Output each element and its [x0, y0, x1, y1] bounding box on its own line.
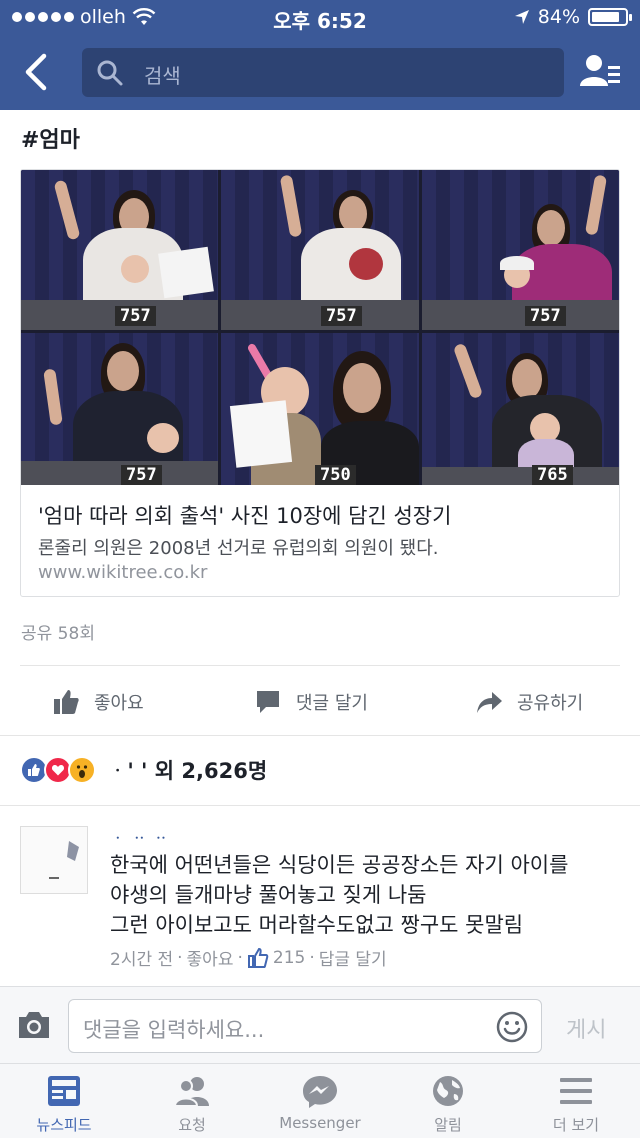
post-actions: 좋아요 댓글 달기 공유하기: [0, 673, 640, 731]
tab-requests[interactable]: 요청: [128, 1064, 256, 1138]
tab-label: 요청: [178, 1116, 206, 1134]
share-label: 공유하기: [517, 693, 584, 714]
link-description: 론줄리 의원은 2008년 선거로 유럽의회 의원이 됐다.: [38, 538, 439, 559]
notifications-globe-icon: [433, 1076, 463, 1106]
comment-input-placeholder: 댓글을 입력하세요...: [83, 1018, 265, 1042]
seat-number-1: 757: [115, 306, 156, 326]
link-domain: www.wikitree.co.kr: [38, 562, 208, 583]
comment-like-link[interactable]: 좋아요: [187, 945, 234, 970]
photo-5: 750: [221, 333, 419, 485]
link-preview-card[interactable]: 757 757 757 757 750 765 '엄마 따라 의회 출석' 사진…: [20, 169, 620, 597]
search-placeholder: 검색: [144, 64, 181, 88]
share-button[interactable]: 공유하기: [475, 673, 583, 731]
seat-number-5: 750: [315, 465, 356, 485]
battery-percent: 84%: [537, 6, 580, 28]
tab-notifications[interactable]: 알림: [384, 1064, 512, 1138]
seat-number-3: 757: [525, 306, 566, 326]
link-title: '엄마 따라 의회 출석' 사진 10장에 담긴 성장기: [38, 504, 452, 528]
reactions-summary[interactable]: ᆞ' ' 외 2,626명: [20, 752, 267, 788]
comment-composer: 댓글을 입력하세요... 게시: [0, 986, 640, 1064]
status-bar: olleh 오후 6:52 84%: [0, 0, 640, 36]
comment-label: 댓글 달기: [296, 693, 368, 714]
friends-list-button[interactable]: [578, 50, 622, 94]
photo-1: 757: [21, 170, 218, 330]
seat-number-4: 757: [121, 465, 162, 485]
news-feed-icon: [48, 1076, 80, 1106]
comment-line: 그런 아이보고도 머라할수도없고 짱구도 못말림: [110, 913, 524, 937]
comment-bubble-icon: [257, 691, 279, 713]
comment-text: 한국에 어떤년들은 식당이든 공공장소든 자기 아이를 야생의 들개마냥 풀어놓…: [110, 850, 568, 940]
photo-6: 765: [422, 333, 619, 485]
comment-item: ᆞ ᆢ ᆢ 한국에 어떤년들은 식당이든 공공장소든 자기 아이를 야생의 들개…: [0, 812, 640, 984]
photo-3: 757: [422, 170, 619, 330]
status-right: 84%: [514, 6, 632, 28]
messenger-icon: [303, 1076, 337, 1108]
camera-button[interactable]: [16, 1009, 52, 1045]
back-button[interactable]: [18, 50, 58, 94]
search-bar[interactable]: 검색: [82, 48, 564, 97]
reply-link[interactable]: 답글 달기: [319, 945, 387, 970]
post-comment-button[interactable]: 게시: [566, 1012, 606, 1044]
bottom-tab-bar: 뉴스피드 요청 Messenger 알림 더 보기: [0, 1064, 640, 1138]
comment-author[interactable]: ᆞ ᆢ ᆢ: [110, 824, 169, 849]
battery-icon: [588, 8, 632, 26]
seat-number-6: 765: [532, 465, 573, 485]
photo-4: 757: [21, 333, 218, 485]
friends-list-icon: [580, 55, 620, 86]
friend-requests-icon: [173, 1077, 209, 1107]
divider: [0, 735, 640, 736]
tab-label: 더 보기: [552, 1116, 600, 1134]
like-button[interactable]: 좋아요: [52, 673, 144, 731]
comment-like-count: 215: [272, 947, 306, 968]
photo-2: 757: [221, 170, 419, 330]
tab-label: Messenger: [279, 1114, 361, 1132]
share-count[interactable]: 공유 58회: [21, 619, 95, 644]
tab-more[interactable]: 더 보기: [512, 1064, 640, 1138]
camera-icon: [19, 1012, 49, 1038]
avatar[interactable]: [20, 826, 88, 894]
emoji-icon[interactable]: [495, 1010, 529, 1044]
comment-line: 야생의 들개마냥 풀어놓고 짖게 나둠: [110, 883, 427, 907]
tab-label: 알림: [434, 1116, 462, 1134]
divider: [0, 805, 640, 806]
link-preview-image: 757 757 757 757 750 765: [21, 170, 619, 485]
share-arrow-icon: [477, 692, 502, 713]
post-hashtag[interactable]: #엄마: [21, 122, 80, 154]
tab-messenger[interactable]: Messenger: [256, 1064, 384, 1138]
wow-reaction-icon: [68, 756, 96, 784]
tab-label: 뉴스피드: [36, 1116, 92, 1134]
divider: [20, 665, 620, 666]
like-label: 좋아요: [94, 693, 144, 714]
comment-input[interactable]: 댓글을 입력하세요...: [68, 999, 542, 1053]
comment-meta: 2시간 전 · 좋아요 · 215 · 답글 달기: [110, 945, 387, 970]
top-header: olleh 오후 6:52 84% 검색: [0, 0, 640, 110]
more-menu-icon: [560, 1078, 592, 1104]
thumbs-up-icon: [54, 690, 79, 714]
comment-line: 한국에 어떤년들은 식당이든 공공장소든 자기 아이를: [110, 853, 569, 877]
seat-number-2: 757: [321, 306, 362, 326]
reactions-count: ᆞ' ' 외 2,626명: [108, 759, 268, 783]
tab-news-feed[interactable]: 뉴스피드: [0, 1064, 128, 1138]
location-arrow-icon: [514, 10, 529, 24]
chevron-left-icon: [25, 53, 47, 91]
comment-button[interactable]: 댓글 달기: [254, 673, 368, 731]
thumbs-up-outline-icon: [247, 947, 269, 968]
search-icon: [97, 60, 123, 86]
comment-time: 2시간 전: [110, 950, 174, 970]
